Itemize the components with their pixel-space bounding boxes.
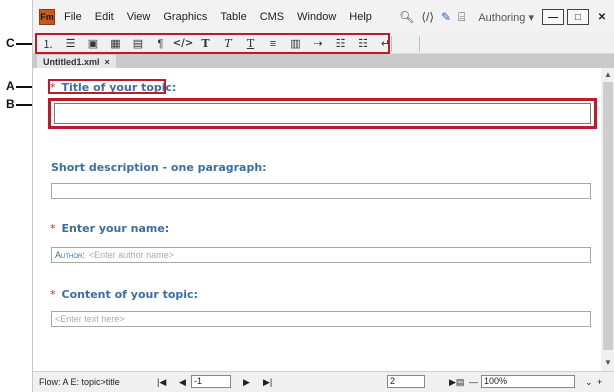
page-field[interactable]: -1: [191, 375, 231, 388]
vertical-scrollbar[interactable]: ▲ ▼: [601, 68, 614, 371]
shortdesc-label-text: Short description - one paragraph:: [51, 161, 267, 174]
tab-close-icon[interactable]: ×: [105, 57, 110, 67]
pen-icon[interactable]: ✎: [441, 10, 451, 24]
frame-icon[interactable]: ⌸: [458, 10, 465, 25]
menu-window[interactable]: Window: [297, 11, 336, 23]
zoom-out-icon[interactable]: —: [469, 377, 478, 387]
menu-help[interactable]: Help: [349, 11, 372, 23]
name-label: * Enter your name:: [50, 222, 169, 235]
required-marker: *: [50, 288, 56, 301]
document-tab-bar: Untitled1.xml ×: [33, 54, 614, 68]
tab-untitled1[interactable]: Untitled1.xml ×: [37, 55, 116, 68]
shortdesc-label: Short description - one paragraph:: [51, 161, 267, 174]
author-placeholder: <Enter author name>: [88, 250, 174, 260]
chevron-down-icon: ▾: [528, 11, 534, 24]
app-logo: Fm: [39, 9, 55, 25]
close-button[interactable]: ✕: [592, 9, 612, 25]
tab-label: Untitled1.xml: [43, 56, 100, 67]
workspace-label: Authoring: [478, 11, 526, 24]
content-field[interactable]: <Enter text here>: [51, 311, 591, 327]
callout-a: A: [6, 79, 15, 93]
menu-table[interactable]: Table: [220, 11, 246, 23]
menu-cms[interactable]: CMS: [260, 11, 284, 23]
content-placeholder: <Enter text here>: [55, 314, 125, 324]
page-number-field[interactable]: 2: [387, 375, 425, 388]
menu-file[interactable]: File: [64, 11, 82, 23]
title-input-field[interactable]: [54, 103, 591, 124]
callout-b: B: [6, 97, 15, 111]
scroll-down-icon[interactable]: ▼: [601, 358, 614, 367]
title-input-highlight: [48, 98, 597, 129]
title-label-highlight: [48, 79, 166, 94]
search-icon[interactable]: 🔍︎: [399, 10, 414, 24]
callout-c: C: [6, 36, 15, 50]
next-page-icon[interactable]: ▶: [243, 377, 250, 388]
page-view-icon[interactable]: ▶▤: [449, 377, 464, 388]
name-label-text: Enter your name:: [61, 222, 170, 235]
toolbar-separator: [391, 36, 392, 52]
last-page-icon[interactable]: ▶|: [263, 377, 272, 388]
framemaker-window: Fm File Edit View Graphics Table CMS Win…: [32, 0, 614, 392]
zoom-dropdown-icon[interactable]: ⌄: [585, 377, 593, 388]
scroll-thumb[interactable]: [603, 82, 613, 350]
menu-right-controls: 🔍︎ ⟨/⟩ ✎ ⌸ Authoring ▾ — □ ✕: [399, 0, 614, 34]
minimize-button[interactable]: —: [542, 9, 564, 25]
zoom-field[interactable]: 100%: [481, 375, 575, 388]
toolbar-highlight: [35, 33, 390, 54]
main-menu: File Edit View Graphics Table CMS Window…: [64, 11, 385, 23]
content-label-text: Content of your topic:: [61, 288, 198, 301]
prev-page-icon[interactable]: ◀: [179, 377, 186, 388]
workspace-switcher[interactable]: Authoring ▾: [478, 11, 534, 24]
status-bar: Flow: A E: topic>title |◀ ◀ -1 ▶ ▶| 2 ▶▤…: [33, 371, 614, 392]
author-field[interactable]: Author: <Enter author name>: [51, 247, 591, 263]
required-marker: *: [50, 222, 56, 235]
menu-bar: Fm File Edit View Graphics Table CMS Win…: [33, 0, 614, 34]
flow-status: Flow: A E: topic>title: [39, 377, 120, 387]
menu-view[interactable]: View: [127, 11, 151, 23]
maximize-button[interactable]: □: [567, 9, 589, 25]
menu-graphics[interactable]: Graphics: [163, 11, 207, 23]
author-tag: Author:: [55, 250, 85, 260]
scroll-up-icon[interactable]: ▲: [601, 70, 614, 79]
menu-edit[interactable]: Edit: [95, 11, 114, 23]
content-label: * Content of your topic:: [50, 288, 198, 301]
xml-icon[interactable]: ⟨/⟩: [421, 10, 434, 24]
toolbar-separator: [419, 36, 420, 52]
first-page-icon[interactable]: |◀: [157, 377, 166, 388]
shortdesc-field[interactable]: [51, 183, 591, 199]
zoom-in-icon[interactable]: +: [597, 377, 602, 387]
